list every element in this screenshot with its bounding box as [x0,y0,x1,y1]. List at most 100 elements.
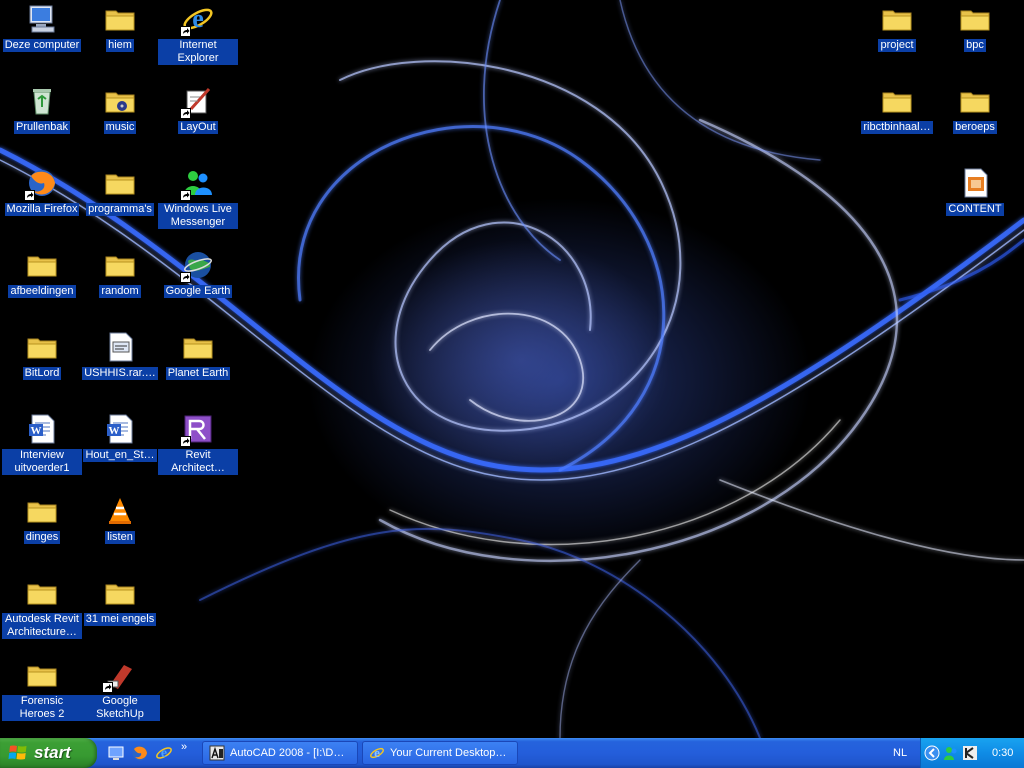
show-desktop-icon [108,746,124,760]
task-label: AutoCAD 2008 - [I:\D… [230,747,345,759]
desktop-icon-hiem[interactable]: hiem [80,3,160,52]
desktop-icon-bpc[interactable]: bpc [935,3,1015,52]
desktop-icon-dinges[interactable]: dinges [2,495,82,544]
folder-icon [959,85,991,117]
desktop-icon-label: Planet Earth [165,367,231,380]
desktop-icon-label: Deze computer [2,39,82,52]
desktop-icon-label: bpc [964,39,986,52]
desktop-icon-deze-computer[interactable]: Deze computer [2,3,82,52]
desktop-icon-hout-en-st[interactable]: W Hout_en_St… [80,413,160,462]
desktop-icon-label: Revit Architect… [158,449,238,475]
svg-text:W: W [109,425,120,437]
desktop-icon-beroeps[interactable]: beroeps [935,85,1015,134]
messenger-tray-icon[interactable] [943,745,959,761]
firefox-icon [132,745,148,761]
quick-launch-show-desktop[interactable] [107,744,125,762]
desktop-icon-internet-explorer[interactable]: e Internet Explorer [158,3,238,65]
desktop-icon-label: random [99,285,141,298]
layout-icon [180,85,214,119]
desktop-icon-mozilla-firefox[interactable]: Mozilla Firefox [2,167,82,216]
desktop-icon-random[interactable]: random [80,249,160,298]
folder-icon [881,85,913,117]
desktop-icon-content[interactable]: CONTENT [935,167,1015,216]
desktop-icon-31-mei-engels[interactable]: 31 mei engels [80,577,160,626]
desktop-icon-label: Prullenbak [14,121,70,134]
desktop-icon-label: Google Earth [163,285,233,298]
desktop-icon-ushhis[interactable]: USHHIS.rar.… [80,331,160,380]
desktop-icon-label: project [878,39,916,52]
shortcut-arrow-icon [102,682,113,693]
desktop-icon-label: programma's [86,203,154,216]
desktop-icon-label: BitLord [22,367,62,380]
desktop-icon-planet-earth[interactable]: Planet Earth [158,331,238,380]
desktop-icon-windows-live-messenger[interactable]: Windows Live Messenger [158,167,238,229]
desktop-icon-music[interactable]: music [80,85,160,134]
desktop-icon-revit-architect[interactable]: Revit Architect… [158,413,238,475]
taskbar: start e » AutoCAD 2008 - [I:\D… e Your C… [0,738,1024,768]
shortcut-arrow-icon [180,108,191,119]
svg-text:e: e [161,746,167,761]
desktop-icon-ribctbinhaal[interactable]: ribctbinhaal… [857,85,937,134]
desktop-icon-label: ribctbinhaal… [861,121,933,134]
desktop-icon-prullenbak[interactable]: Prullenbak [2,85,82,134]
desktop-icon-label: hiem [106,39,134,52]
windows-logo-icon [8,745,27,760]
desktop-icon-project[interactable]: project [857,3,937,52]
desktop-icon-layout[interactable]: LayOut [158,85,238,134]
desktop-icon-label: music [103,121,137,134]
desktop-icon-label: Google SketchUp [80,695,160,721]
desktop-icon-bitlord[interactable]: BitLord [2,331,82,380]
desktop-icon-google-earth[interactable]: Google Earth [158,249,238,298]
desktop-icon-label: dinges [23,531,61,544]
desktop-icon-label: afbeeldingen [8,285,76,298]
autocad-icon [209,745,225,761]
app-tray-icon[interactable] [962,745,978,761]
desktop-icon-autodesk-revit[interactable]: Autodesk Revit Architecture… [2,577,82,639]
folder-icon [104,167,136,199]
folder-icon [959,3,991,35]
desktop-icon-interview[interactable]: W Interview uitvoerder1 [2,413,82,475]
firefox-icon [24,167,58,201]
quick-launch-firefox[interactable] [131,744,149,762]
earth-icon [180,249,214,283]
tray-expand-icon[interactable] [924,745,940,761]
desktop-icon-label: CONTENT [946,203,1004,216]
shortcut-arrow-icon [180,436,191,447]
desktop-icon-programmas[interactable]: programma's [80,167,160,216]
revit-icon [180,413,214,447]
vlc-icon [104,495,136,527]
document-icon [104,331,136,363]
word-icon: W [26,413,58,445]
language-indicator[interactable]: NL [893,747,907,759]
desktop-icon-google-sketchup[interactable]: Google SketchUp [80,659,160,721]
desktop-icon-label: Forensic Heroes 2 [2,695,82,721]
taskbar-button-autocad[interactable]: AutoCAD 2008 - [I:\D… [202,741,358,765]
computer-icon [26,3,58,35]
quick-launch-ie[interactable]: e [155,744,173,762]
desktop-icon-forensic-heroes[interactable]: Forensic Heroes 2 [2,659,82,721]
ie-icon: e [180,3,214,37]
desktop-icon-listen[interactable]: listen [80,495,160,544]
clock: 0:30 [992,747,1014,759]
folder-icon [26,659,58,691]
shortcut-arrow-icon [180,272,191,283]
messenger-icon [180,167,214,201]
desktop-icon-label: USHHIS.rar.… [82,367,158,380]
svg-text:e: e [192,4,204,33]
desktop-icon-label: listen [105,531,135,544]
recycle-icon [26,85,58,117]
sketchup-icon [102,659,136,693]
content-icon [959,167,991,199]
word-icon: W [104,413,136,445]
internet-explorer-icon: e [370,745,384,760]
music-folder-icon [104,85,136,117]
taskbar-button-browser[interactable]: e Your Current Desktop… [362,741,518,765]
desktop-icon-afbeeldingen[interactable]: afbeeldingen [2,249,82,298]
system-tray: 0:30 [920,738,1024,768]
internet-explorer-icon: e [156,746,172,761]
quick-launch-more[interactable]: » [181,741,187,753]
start-button[interactable]: start [0,738,97,768]
folder-icon [881,3,913,35]
shortcut-arrow-icon [180,190,191,201]
shortcut-arrow-icon [24,190,35,201]
